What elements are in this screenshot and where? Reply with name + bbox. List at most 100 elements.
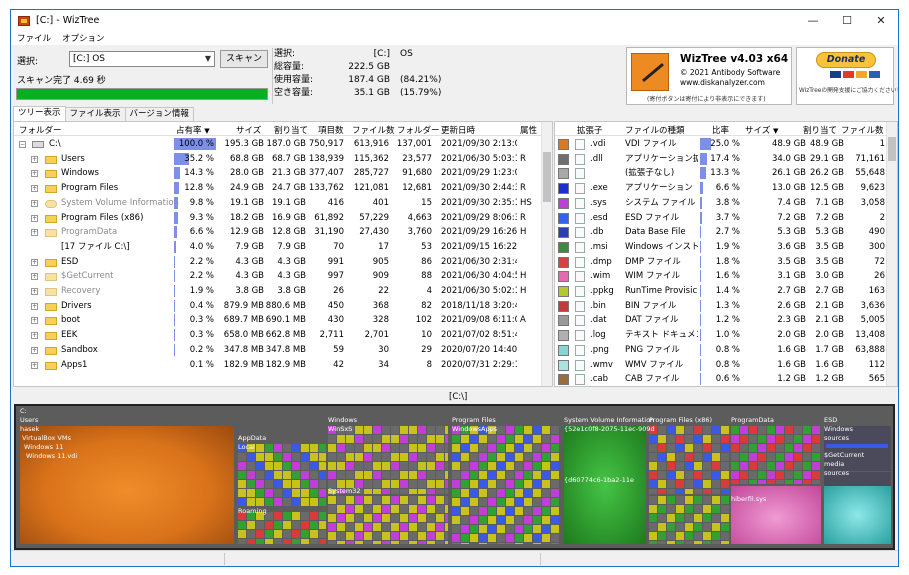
treemap-program-files-tile[interactable]	[470, 480, 478, 488]
treemap-roaming-tile[interactable]	[283, 521, 291, 529]
treemap-program-files-tile[interactable]	[515, 516, 523, 524]
treemap-pfx86-tile[interactable]	[658, 453, 666, 461]
treemap-winsxs-tile[interactable]	[382, 444, 390, 452]
treemap-program-files-tile[interactable]	[524, 444, 532, 452]
treemap-pfx86-tile[interactable]	[721, 426, 729, 434]
treemap-programdata-tile[interactable]	[794, 480, 802, 484]
treemap-pfx86-tile[interactable]	[667, 462, 675, 470]
treemap-appdata-tile[interactable]	[310, 471, 318, 479]
treemap-pfx86-b-tile[interactable]	[721, 496, 729, 504]
treemap-program-files-tile[interactable]	[551, 534, 559, 542]
treemap-winsxs-tile[interactable]	[391, 453, 399, 461]
treemap-program-files-tile[interactable]	[551, 444, 559, 452]
treemap-appdata-tile[interactable]	[301, 498, 309, 506]
treemap-roaming-tile[interactable]	[265, 521, 273, 529]
treemap-program-files-tile[interactable]	[524, 471, 532, 479]
treemap-programdata-tile[interactable]	[803, 426, 811, 434]
treemap-svi[interactable]	[564, 426, 646, 544]
expand-icon[interactable]: +	[31, 273, 38, 281]
treemap-programdata-tile[interactable]	[731, 426, 739, 434]
menu-options[interactable]: オプション	[62, 32, 105, 44]
treemap-program-files-tile[interactable]	[515, 426, 523, 434]
treemap-winsxs-tile[interactable]	[427, 426, 435, 434]
treemap-winsxs-tile[interactable]	[445, 480, 448, 488]
treemap-pfx86-tile[interactable]	[721, 480, 729, 488]
ext-row[interactable]: .db Data Base File 2.7 % 5.3 GB 5.3 GB 4…	[555, 225, 887, 240]
treemap-program-files-tile[interactable]	[470, 435, 478, 443]
treemap-program-files-tile[interactable]	[497, 543, 505, 544]
treemap-system32-tile[interactable]	[328, 514, 336, 522]
treemap-programdata-tile[interactable]	[785, 471, 793, 479]
treemap-pfx86-b-tile[interactable]	[649, 523, 657, 531]
treemap-program-files-tile[interactable]	[452, 471, 460, 479]
treemap-program-files-tile[interactable]	[470, 462, 478, 470]
expand-icon[interactable]: +	[31, 214, 38, 222]
treemap-program-files-tile[interactable]	[470, 507, 478, 515]
treemap-system32-tile[interactable]	[382, 523, 390, 531]
treemap-program-files-tile[interactable]	[488, 444, 496, 452]
treemap-pfx86-tile[interactable]	[658, 444, 666, 452]
treemap-program-files-tile[interactable]	[551, 480, 559, 488]
treemap-roaming-tile[interactable]	[274, 530, 282, 538]
treemap-program-files-tile[interactable]	[470, 516, 478, 524]
treemap-winsxs-tile[interactable]	[382, 426, 390, 434]
treemap-appdata-tile[interactable]	[310, 444, 318, 452]
treemap-pfx86-b-tile[interactable]	[712, 505, 720, 513]
treemap-winsxs-tile[interactable]	[373, 471, 381, 479]
treemap-pfx86-tile[interactable]	[712, 435, 720, 443]
treemap-programdata-tile[interactable]	[740, 480, 748, 484]
treemap-appdata-tile[interactable]	[238, 480, 246, 488]
ext-row[interactable]: (拡張子なし) 13.3 % 26.1 GB 26.2 GB 55,648	[555, 166, 887, 181]
treemap-appdata-tile[interactable]	[247, 453, 255, 461]
treemap-programdata-tile[interactable]	[776, 426, 784, 434]
treemap-pfx86-tile[interactable]	[676, 435, 684, 443]
treemap-program-files-tile[interactable]	[506, 435, 514, 443]
maximize-icon[interactable]: ☐	[830, 10, 864, 31]
treemap-pfx86-tile[interactable]	[685, 462, 693, 470]
treemap-pfx86-tile[interactable]	[667, 435, 675, 443]
treemap-system32-tile[interactable]	[346, 514, 354, 522]
treemap-program-files-tile[interactable]	[533, 498, 541, 506]
treemap-pfx86-b-tile[interactable]	[685, 541, 693, 544]
tree-row[interactable]: [17 ファイル C:\] 4.0 % 7.9 GB 7.9 GB 70 17 …	[14, 240, 542, 255]
tree-row[interactable]: + EEK 0.3 % 658.0 MB 662.8 MB 2,711 2,70…	[14, 328, 542, 343]
treemap-system32-tile[interactable]	[391, 523, 399, 531]
treemap-winsxs-tile[interactable]	[391, 489, 399, 494]
tree-row[interactable]: + ESD 2.2 % 4.3 GB 4.3 GB 991 905 86 202…	[14, 255, 542, 270]
treemap-program-files-tile[interactable]	[497, 435, 505, 443]
treemap-winsxs-tile[interactable]	[418, 462, 426, 470]
tree-row[interactable]: + $GetCurrent 2.2 % 4.3 GB 4.3 GB 997 90…	[14, 269, 542, 284]
col-items[interactable]: 項目数	[318, 124, 344, 136]
treemap-programdata-tile[interactable]	[758, 444, 766, 452]
treemap-pfx86-tile[interactable]	[667, 489, 675, 494]
treemap-program-files-tile[interactable]	[533, 543, 541, 544]
treemap-pfx86-b-tile[interactable]	[658, 532, 666, 540]
treemap-system32-tile[interactable]	[346, 541, 354, 544]
treemap-system32-tile[interactable]	[427, 532, 435, 540]
treemap-system32-tile[interactable]	[409, 514, 417, 522]
treemap-winsxs-tile[interactable]	[409, 444, 417, 452]
treemap-system32-tile[interactable]	[445, 514, 448, 522]
treemap-system32-tile[interactable]	[346, 523, 354, 531]
treemap-program-files-tile[interactable]	[506, 534, 514, 542]
tab-file-view[interactable]: ファイル表示	[64, 107, 126, 121]
treemap-system32-tile[interactable]	[445, 505, 448, 513]
treemap-pfx86-b-tile[interactable]	[721, 514, 729, 522]
treemap-pfx86-tile[interactable]	[703, 426, 711, 434]
treemap-program-files-tile[interactable]	[515, 534, 523, 542]
treemap-pfx86-b-tile[interactable]	[712, 541, 720, 544]
treemap-appdata-tile[interactable]	[247, 471, 255, 479]
treemap-appdata-tile[interactable]	[265, 498, 273, 506]
treemap-program-files-tile[interactable]	[461, 525, 469, 533]
treemap-pfx86-b-tile[interactable]	[703, 514, 711, 522]
treemap-roaming-tile[interactable]	[310, 512, 318, 520]
treemap-winsxs-tile[interactable]	[445, 435, 448, 443]
col-allocated[interactable]: 割り当て	[274, 124, 308, 136]
treemap-program-files-tile[interactable]	[488, 462, 496, 470]
treemap-appdata-tile[interactable]	[319, 471, 326, 479]
treemap-winsxs-tile[interactable]	[427, 453, 435, 461]
treemap-program-files-tile[interactable]	[524, 462, 532, 470]
treemap-programdata-tile[interactable]	[767, 480, 775, 484]
treemap-pfx86-b-tile[interactable]	[712, 514, 720, 522]
treemap-pfx86-tile[interactable]	[649, 435, 657, 443]
